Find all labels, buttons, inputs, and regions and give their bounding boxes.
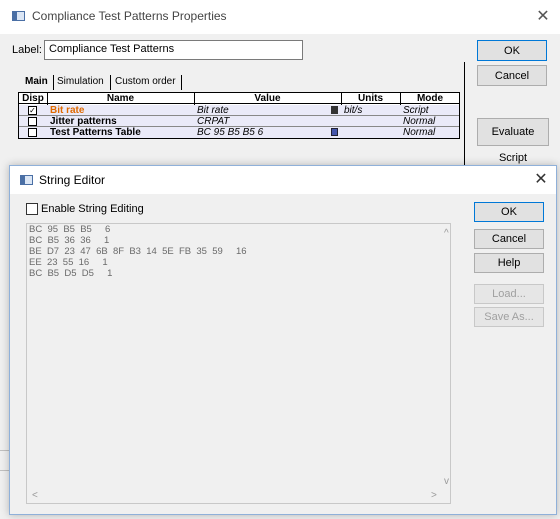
- tab-main[interactable]: Main: [21, 74, 52, 90]
- tab-divider: [110, 75, 111, 90]
- text-line: BC B5 36 36 1: [29, 235, 110, 246]
- properties-table: Disp Name Value Units Mode ✓ Bit rate Bi…: [18, 92, 460, 139]
- row-value[interactable]: BC 95 B5 B5 6: [197, 127, 263, 138]
- title-bar: Compliance Test Patterns Properties ✕: [0, 0, 560, 34]
- cancel-button[interactable]: Cancel: [477, 65, 547, 86]
- row-mode: Normal: [403, 116, 436, 127]
- script-icon[interactable]: [331, 106, 338, 114]
- enable-editing-label: Enable String Editing: [41, 203, 144, 215]
- disp-checkbox[interactable]: [28, 117, 37, 126]
- panel-border: [464, 62, 465, 172]
- tab-divider: [181, 75, 182, 90]
- disp-checkbox[interactable]: [28, 128, 37, 137]
- label-caption: Label:: [12, 44, 42, 56]
- table-row[interactable]: ✓ Bit rate Bit rate bit/s Script: [19, 105, 459, 116]
- scroll-down-icon[interactable]: v: [444, 476, 449, 487]
- row-mode: Normal: [403, 127, 436, 138]
- scroll-up-icon[interactable]: ^: [444, 228, 449, 239]
- editor-title-bar: String Editor ✕: [10, 166, 556, 194]
- window-icon: [20, 175, 33, 185]
- text-line: BC 95 B5 B5 6: [29, 224, 111, 235]
- tab-divider: [53, 75, 54, 90]
- row-value[interactable]: Bit rate: [197, 105, 229, 116]
- row-units: bit/s: [344, 105, 363, 116]
- tab-simulation[interactable]: Simulation: [53, 74, 108, 90]
- scroll-right-icon[interactable]: >: [431, 490, 437, 501]
- scroll-left-icon[interactable]: <: [32, 490, 38, 501]
- editor-title: String Editor: [39, 173, 106, 187]
- enable-editing-checkbox[interactable]: [26, 203, 38, 215]
- close-icon[interactable]: ✕: [533, 6, 553, 26]
- label-input[interactable]: Compliance Test Patterns: [44, 40, 303, 60]
- table-header-row: Disp Name Value Units Mode: [19, 93, 459, 104]
- row-name: Jitter patterns: [50, 116, 117, 127]
- editor-help-button[interactable]: Help: [474, 253, 544, 273]
- tab-custom-order[interactable]: Custom order: [111, 74, 180, 90]
- header-units: Units: [358, 93, 383, 104]
- row-value[interactable]: CRPAT: [197, 116, 229, 127]
- save-as-button: Save As...: [474, 307, 544, 327]
- close-icon[interactable]: ✕: [531, 169, 551, 189]
- window-title: Compliance Test Patterns Properties: [32, 9, 227, 23]
- window-icon: [12, 11, 25, 21]
- header-mode: Mode: [416, 93, 444, 104]
- row-name: Test Patterns Table: [50, 127, 141, 138]
- editor-cancel-button[interactable]: Cancel: [474, 229, 544, 249]
- row-mode: Script: [403, 105, 429, 116]
- string-editor-dialog: String Editor ✕ Enable String Editing BC…: [9, 165, 557, 515]
- text-line: BE D7 23 47 6B 8F B3 14 5E FB 35 59 16: [29, 246, 247, 257]
- text-line: BC B5 D5 D5 1: [29, 268, 113, 279]
- table-row[interactable]: Jitter patterns CRPAT Normal: [19, 116, 459, 127]
- ok-button[interactable]: OK: [477, 40, 547, 61]
- evaluate-script-button[interactable]: Evaluate Script: [477, 118, 549, 164]
- editor-ok-button[interactable]: OK: [474, 202, 544, 222]
- disp-checkbox[interactable]: ✓: [28, 106, 37, 115]
- string-text-area[interactable]: BC 95 B5 B5 6 BC B5 36 36 1 BE D7 23 47 …: [26, 223, 451, 504]
- load-button: Load...: [474, 284, 544, 304]
- table-editor-icon[interactable]: [331, 128, 338, 136]
- row-name: Bit rate: [50, 105, 85, 116]
- text-line: EE 23 55 16 1: [29, 257, 108, 268]
- table-row[interactable]: Test Patterns Table BC 95 B5 B5 6 Normal: [19, 127, 459, 138]
- header-name: Name: [106, 93, 135, 104]
- header-value: Value: [254, 93, 281, 104]
- header-disp: Disp: [22, 93, 44, 104]
